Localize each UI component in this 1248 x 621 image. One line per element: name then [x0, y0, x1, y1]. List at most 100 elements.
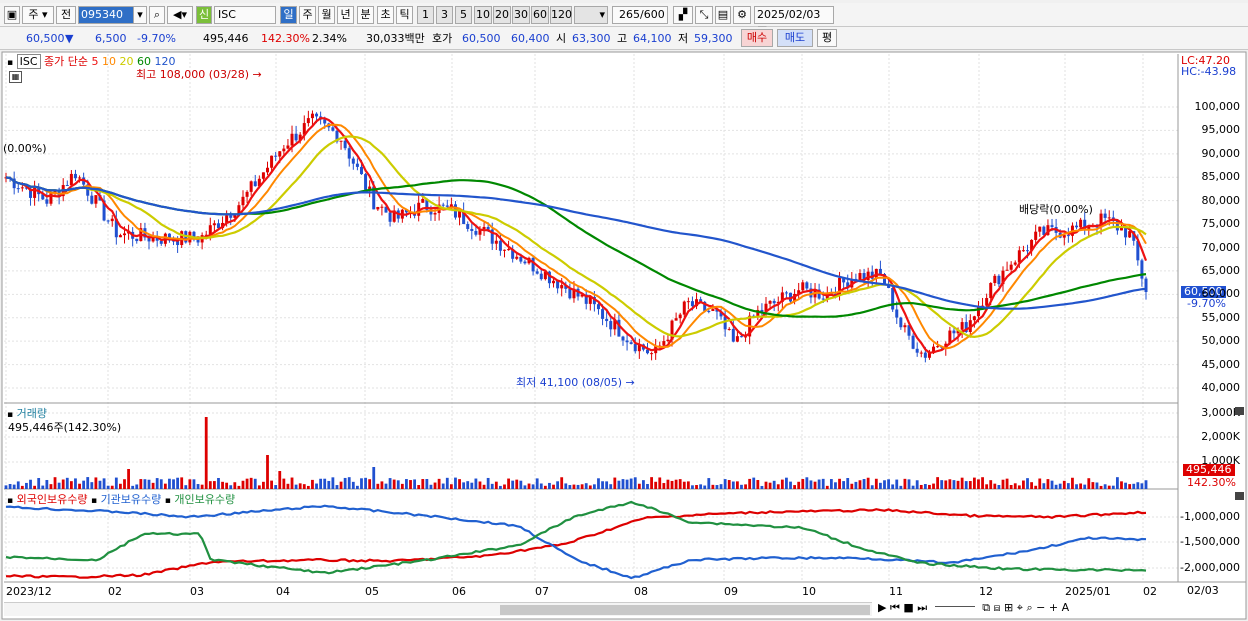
scrollbar-thumb[interactable]	[500, 605, 870, 615]
ma-10[interactable]: 10	[102, 55, 116, 68]
ma-label[interactable]: 종가 단순	[44, 55, 88, 68]
period-minute[interactable]: 분	[357, 6, 374, 24]
zoom-slider[interactable]	[934, 606, 975, 607]
volume-bar	[1115, 477, 1119, 489]
volume-bar	[294, 484, 298, 489]
volume-bar	[172, 479, 175, 489]
volume-bar	[327, 480, 331, 489]
minus-icon[interactable]: −	[1036, 601, 1045, 614]
period-week[interactable]: 주	[299, 6, 316, 24]
foreign-holding-label[interactable]: 외국인보유수량	[17, 493, 88, 506]
code-input[interactable]: 095340	[78, 6, 134, 24]
stop-icon[interactable]: ■	[903, 601, 913, 614]
period-second[interactable]: 초	[377, 6, 394, 24]
pane-max-icon[interactable]	[1235, 407, 1244, 415]
ma-20[interactable]: 20	[120, 55, 134, 68]
buy-button[interactable]: 매수	[741, 29, 773, 47]
stock-title-label[interactable]: ISC	[16, 54, 41, 69]
sell-button[interactable]: 매도	[777, 29, 813, 47]
week-select-label: 주	[28, 8, 39, 21]
period-tick[interactable]: 틱	[396, 6, 413, 24]
window-icon[interactable]: ▣	[4, 6, 20, 24]
low-label: 저	[678, 32, 689, 45]
volume-bar	[879, 482, 882, 489]
pane-close-icon[interactable]: ▪	[165, 496, 171, 506]
quote-low: 59,300	[694, 32, 733, 45]
volume-bar	[49, 484, 53, 489]
settings-icon[interactable]: ⚙	[733, 6, 751, 24]
rewind-icon[interactable]: ⏮	[890, 601, 900, 614]
minute-3[interactable]: 3	[436, 6, 453, 24]
pane-close-icon[interactable]: ▪	[7, 496, 13, 506]
volume-bar	[1124, 482, 1127, 489]
pane-close-icon[interactable]: ▪	[7, 58, 13, 68]
minute-30[interactable]: 30	[512, 6, 530, 24]
volume-bar	[102, 478, 106, 489]
volume-bar	[343, 477, 347, 489]
stock-name[interactable]: ISC	[214, 6, 276, 24]
week-select[interactable]: 주 ▾	[22, 6, 54, 24]
minute-60[interactable]: 60	[531, 6, 549, 24]
volume-bar	[1075, 484, 1078, 489]
volume-bar	[682, 481, 686, 489]
play-icon[interactable]: ▶	[878, 601, 886, 614]
pane-close-icon[interactable]: ▪	[91, 496, 97, 506]
magnify-icon[interactable]: ⌕	[1026, 601, 1032, 614]
date-input[interactable]: 2025/02/03 ▦	[754, 6, 834, 37]
layout-icon[interactable]: ⧉	[982, 601, 990, 614]
minute-20[interactable]: 20	[493, 6, 511, 24]
flat-button[interactable]: 평	[817, 29, 837, 47]
speaker-icon[interactable]: ◀▾	[167, 6, 193, 24]
volume-bar	[86, 477, 90, 489]
volume-bar	[98, 480, 102, 489]
pane-grid-icon[interactable]: ▦	[9, 71, 22, 83]
x-tick-label: 11	[889, 585, 903, 598]
period-month[interactable]: 월	[318, 6, 335, 24]
volume-bar	[482, 484, 486, 489]
minute-120[interactable]: 120	[550, 6, 572, 24]
quote-change: 6,500	[95, 32, 127, 45]
volume-bar	[376, 483, 380, 489]
count-input[interactable]: 265/600	[612, 6, 668, 24]
volume-bar	[1034, 485, 1038, 489]
font-size-icon[interactable]: A	[1062, 601, 1070, 614]
layout2-icon[interactable]: ⧈	[994, 601, 1001, 614]
ma-5[interactable]: 5	[92, 55, 99, 68]
volume-bar	[339, 481, 343, 489]
volume-bar	[997, 485, 1001, 489]
draw-tool-icon[interactable]: ⤡	[695, 6, 713, 24]
volume-bar	[605, 481, 609, 489]
crosshair-icon[interactable]: ⌖	[1017, 601, 1023, 614]
search-icon[interactable]: ⌕	[149, 6, 165, 24]
chart-area[interactable]: 2023/12 02 03 04 05 06 07 08 09 10 11 12 2025/01 02	[0, 50, 1248, 621]
volume-bar	[572, 484, 576, 489]
prev-button[interactable]: 전	[56, 6, 76, 24]
volume-bar	[846, 478, 850, 489]
volume-bar	[703, 485, 707, 489]
plus-icon[interactable]: +	[1049, 601, 1058, 614]
period-day[interactable]: 일	[280, 6, 297, 24]
layout3-icon[interactable]: ⊞	[1004, 601, 1013, 614]
bottom-scrollbar[interactable]	[4, 602, 872, 616]
period-year[interactable]: 년	[337, 6, 354, 24]
new-badge: 신	[196, 6, 212, 24]
minute-10[interactable]: 10	[474, 6, 492, 24]
minute-custom[interactable]: ▾	[574, 6, 608, 24]
volume-bar	[613, 477, 617, 489]
code-dropdown[interactable]: ▾	[133, 6, 147, 24]
minute-1[interactable]: 1	[417, 6, 434, 24]
chart-type-icon[interactable]: ▞	[673, 6, 693, 24]
institution-holding-label[interactable]: 기관보유수량	[101, 493, 162, 506]
volume-bar	[691, 485, 694, 489]
volume-bar	[1103, 484, 1107, 489]
volume-bar	[503, 484, 506, 489]
forward-icon[interactable]: ⏭	[917, 601, 927, 614]
price-y-tick: 60,000	[1201, 287, 1241, 301]
individual-holding-label[interactable]: 개인보유수량	[174, 493, 235, 506]
volume-bar	[270, 480, 273, 489]
volume-bar	[507, 478, 510, 489]
volume-bar	[731, 481, 735, 489]
pane-max-icon[interactable]	[1235, 492, 1244, 500]
save-icon[interactable]: ▤	[715, 6, 731, 24]
minute-5[interactable]: 5	[455, 6, 472, 24]
